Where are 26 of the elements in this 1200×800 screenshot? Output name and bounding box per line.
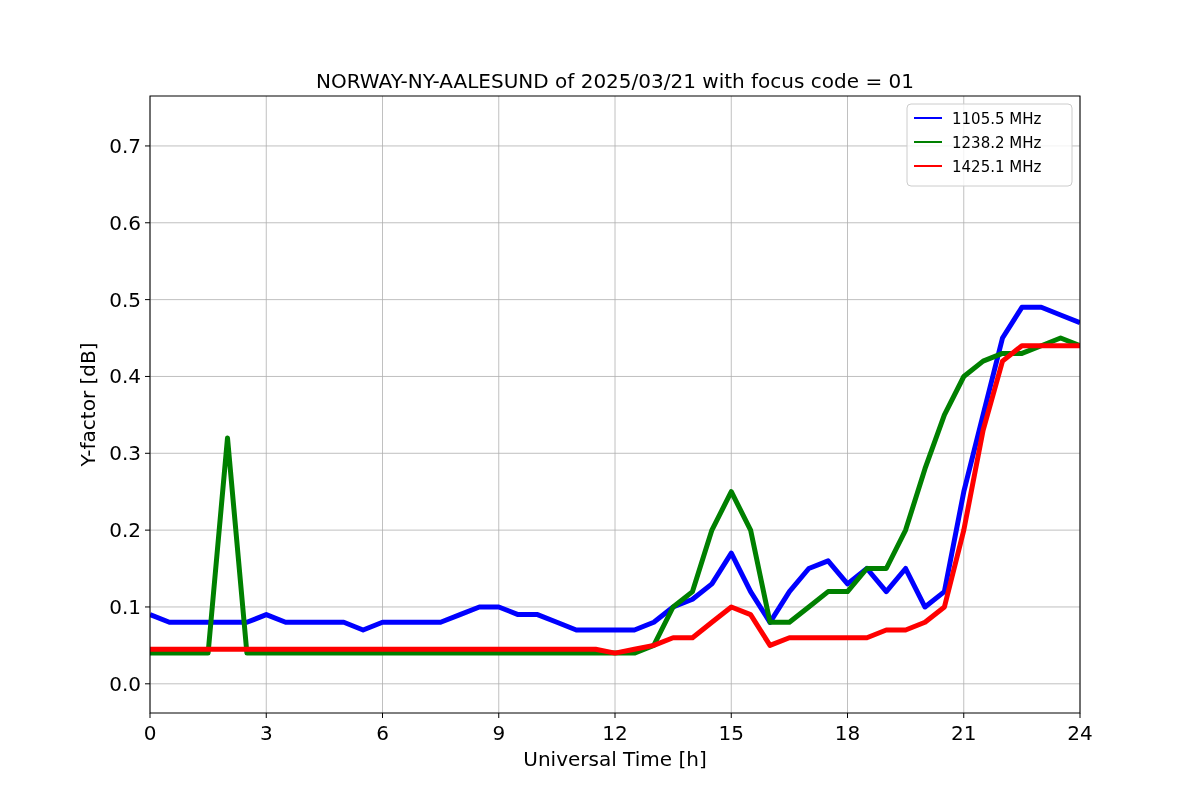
tick-label: 0.7 [109,133,141,158]
tick-label: 6 [376,721,389,745]
chart-title: NORWAY-NY-AALESUND of 2025/03/21 with focus code = 01 [316,69,914,93]
legend-label: 1238.2 MHz [952,134,1042,152]
tick-label: 21 [951,721,977,745]
tick-label: 0.5 [109,287,141,312]
legend-label: 1105.5 MHz [952,110,1042,128]
tick-label: 0 [143,721,157,745]
tick-label: 12 [602,721,628,745]
legend-entry: 1238.2 MHz [913,134,1042,152]
axis-label: Universal Time [h] [523,747,707,771]
tick-label: 0.0 [109,671,141,696]
tick-label: 9 [492,721,506,745]
legend-entry: 1425.1 MHz [913,158,1042,176]
tick-label: 0.3 [109,441,141,466]
tick-label: 15 [718,721,744,745]
tick-label: 24 [1067,721,1093,745]
tick-label: 18 [834,721,861,745]
legend-label: 1425.1 MHz [952,158,1042,176]
tick-label: 3 [259,721,273,745]
tick-label: 0.2 [109,518,141,543]
tick-label: 0.4 [109,364,141,389]
axis-label: Y-factor [dB] [76,342,100,467]
legend-entry: 1105.5 MHz [913,110,1042,128]
tick-label: 0.6 [109,210,141,235]
tick-label: 0.1 [109,594,141,619]
